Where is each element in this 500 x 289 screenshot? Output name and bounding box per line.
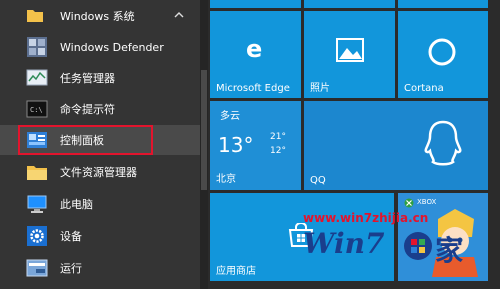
photo-icon [336, 38, 364, 65]
app-label: Windows Defender [60, 40, 164, 54]
app-list-scrollbar[interactable] [201, 70, 207, 190]
selection-highlight [18, 125, 153, 155]
tile-cortana[interactable]: Cortana [398, 11, 488, 98]
xbox-label: XBOX [417, 198, 437, 206]
xbox-icon [404, 198, 414, 211]
shield-icon [26, 36, 48, 58]
app-label: 设备 [60, 230, 82, 243]
app-label: 运行 [60, 262, 82, 275]
section-windows-system[interactable]: Windows 系统 [0, 3, 200, 29]
weather-high: 21° [270, 132, 286, 142]
tile-label: 照片 [310, 83, 330, 94]
app-file-explorer[interactable]: 文件资源管理器 [0, 157, 200, 187]
terminal-icon: C:\ [26, 98, 48, 120]
app-run[interactable]: 运行 [0, 253, 200, 283]
app-task-manager[interactable]: 任务管理器 [0, 63, 200, 93]
tile-label: Microsoft Edge [216, 83, 290, 94]
run-icon [26, 257, 48, 279]
weather-low: 12° [270, 146, 286, 156]
app-label: 此电脑 [60, 198, 93, 211]
app-windows-defender[interactable]: Windows Defender [0, 32, 200, 62]
section-label: Windows 系统 [60, 10, 135, 23]
weather-temp: 13° [218, 133, 254, 157]
weather-condition: 多云 [220, 111, 240, 122]
tile-microsoft-edge[interactable]: e Microsoft Edge [210, 11, 301, 98]
computer-icon [26, 193, 48, 215]
game-character-art [428, 207, 482, 280]
tile-label: QQ [310, 175, 326, 186]
tile-top-clipped-1[interactable] [210, 0, 301, 8]
task-manager-icon [26, 67, 48, 89]
tile-store[interactable]: 应用商店 [210, 193, 394, 281]
app-this-pc[interactable]: 此电脑 [0, 189, 200, 219]
tile-weather[interactable]: 多云 13° 21° 12° 北京 [210, 101, 301, 190]
cortana-icon [426, 36, 458, 71]
tile-photos[interactable]: 照片 [304, 11, 395, 98]
tile-top-clipped-3[interactable] [398, 0, 488, 8]
penguin-icon [421, 119, 465, 170]
app-list: Windows 系统 Windows Defender 任务管理器 C:\ 命令… [0, 0, 200, 289]
svg-text:e: e [246, 36, 262, 60]
tile-top-clipped-2[interactable] [304, 0, 395, 8]
tile-qq[interactable]: QQ [304, 101, 488, 190]
folder-icon [26, 6, 48, 28]
tile-xbox[interactable]: XBOX [398, 193, 488, 281]
app-label: 命令提示符 [60, 103, 115, 116]
right-edge [490, 0, 500, 289]
gear-icon [26, 225, 48, 247]
store-bag-icon [288, 222, 314, 250]
tile-label: 应用商店 [216, 266, 256, 277]
folder-icon [26, 161, 48, 183]
edge-icon: e [244, 35, 268, 63]
app-label: 任务管理器 [60, 72, 115, 85]
svg-text:C:\: C:\ [30, 106, 43, 114]
app-cmd[interactable]: C:\ 命令提示符 [0, 94, 200, 124]
app-label: 文件资源管理器 [60, 166, 137, 179]
app-settings[interactable]: 设备 [0, 221, 200, 251]
weather-city: 北京 [216, 174, 236, 185]
tile-label: Cortana [404, 83, 444, 94]
chevron-up-icon[interactable] [173, 9, 185, 24]
